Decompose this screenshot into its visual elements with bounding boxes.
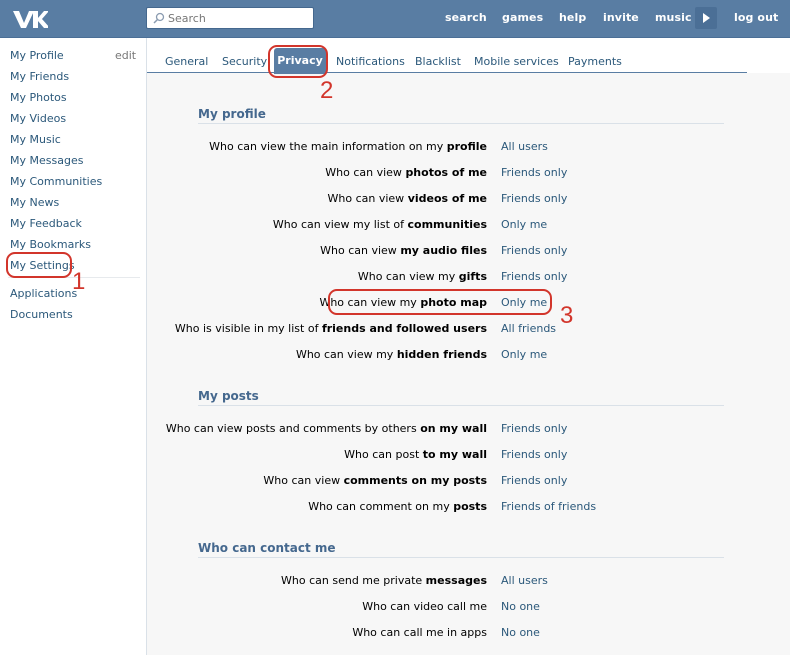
nav-invite-link[interactable]: invite — [603, 11, 639, 24]
privacy-row-label: Who can call me in apps — [352, 626, 487, 639]
privacy-value-wall-view[interactable]: Friends only — [501, 422, 567, 435]
edit-profile-link[interactable]: edit — [115, 49, 136, 62]
privacy-row-label: Who can view videos of me — [327, 192, 487, 205]
annotation-box-photo-map — [328, 289, 552, 315]
privacy-value-communities[interactable]: Only me — [501, 218, 547, 231]
sidebar-item-my-photos[interactable]: My Photos — [10, 91, 67, 104]
annotation-box-settings — [6, 252, 72, 278]
tab-general[interactable]: General — [165, 55, 208, 68]
privacy-row-label: Who can view photos of me — [325, 166, 487, 179]
section-title-my-profile: My profile — [198, 107, 266, 121]
privacy-value-videos[interactable]: Friends only — [501, 192, 567, 205]
privacy-value-photos[interactable]: Friends only — [501, 166, 567, 179]
nav-games-link[interactable]: games — [502, 11, 543, 24]
nav-help-link[interactable]: help — [559, 11, 586, 24]
privacy-value-video-call[interactable]: No one — [501, 600, 540, 613]
tab-security[interactable]: Security — [222, 55, 267, 68]
settings-panel: General Security Privacy Notifications B… — [146, 38, 790, 655]
top-header: search games help invite music log out — [0, 0, 790, 38]
privacy-value-friends-list[interactable]: All friends — [501, 322, 556, 335]
sidebar-item-my-friends[interactable]: My Friends — [10, 70, 69, 83]
sidebar-item-my-communities[interactable]: My Communities — [10, 175, 102, 188]
section-divider — [198, 557, 724, 558]
tabbar-gap — [747, 72, 790, 73]
tab-blacklist[interactable]: Blacklist — [415, 55, 461, 68]
privacy-row-label: Who can view my gifts — [357, 270, 487, 283]
sidebar-item-my-profile[interactable]: My Profile — [10, 49, 64, 62]
section-title-my-posts: My posts — [198, 389, 259, 403]
tab-payments[interactable]: Payments — [568, 55, 622, 68]
sidebar-item-my-feedback[interactable]: My Feedback — [10, 217, 82, 230]
tab-notifications[interactable]: Notifications — [336, 55, 405, 68]
annotation-number: 3 — [560, 302, 574, 329]
privacy-row-label: Who can comment on my posts — [308, 500, 487, 513]
privacy-value-app-call[interactable]: No one — [501, 626, 540, 639]
annotation-number: 1 — [72, 268, 86, 295]
vk-logo-icon[interactable] — [12, 8, 48, 30]
privacy-row-label: Who can send me private messages — [281, 574, 487, 587]
music-play-button[interactable] — [695, 7, 717, 29]
privacy-value-gifts[interactable]: Friends only — [501, 270, 567, 283]
privacy-value-audio[interactable]: Friends only — [501, 244, 567, 257]
privacy-row-label: Who can view my audio files — [320, 244, 487, 257]
section-divider — [198, 405, 724, 406]
nav-search-link[interactable]: search — [445, 11, 487, 24]
search-input[interactable] — [168, 10, 308, 26]
privacy-value-hidden-friends[interactable]: Only me — [501, 348, 547, 361]
play-icon — [703, 13, 710, 23]
left-sidebar: My Profile edit My Friends My Photos My … — [0, 38, 146, 655]
privacy-value-view-comments[interactable]: Friends only — [501, 474, 567, 487]
sidebar-item-my-videos[interactable]: My Videos — [10, 112, 66, 125]
privacy-row-label: Who can view posts and comments by other… — [165, 422, 487, 435]
logout-link[interactable]: log out — [734, 11, 778, 24]
privacy-value-profile[interactable]: All users — [501, 140, 548, 153]
sidebar-item-applications[interactable]: Applications — [10, 287, 77, 300]
privacy-value-comment-posts[interactable]: Friends of friends — [501, 500, 596, 513]
privacy-row-label: Who is visible in my list of friends and… — [174, 322, 487, 335]
privacy-value-wall-post[interactable]: Friends only — [501, 448, 567, 461]
sidebar-item-my-news[interactable]: My News — [10, 196, 59, 209]
privacy-row-label: Who can view my hidden friends — [295, 348, 487, 361]
section-title-contact-me: Who can contact me — [198, 541, 336, 555]
search-icon — [153, 12, 165, 24]
sidebar-item-my-bookmarks[interactable]: My Bookmarks — [10, 238, 91, 251]
tab-mobile-services[interactable]: Mobile services — [474, 55, 559, 68]
annotation-number: 2 — [320, 77, 334, 104]
sidebar-item-my-music[interactable]: My Music — [10, 133, 61, 146]
privacy-row-label: Who can post to my wall — [344, 448, 487, 461]
sidebar-item-my-messages[interactable]: My Messages — [10, 154, 83, 167]
privacy-row-label: Who can view the main information on my … — [209, 140, 487, 153]
sidebar-item-documents[interactable]: Documents — [10, 308, 73, 321]
nav-music-link[interactable]: music — [655, 11, 692, 24]
privacy-row-label: Who can video call me — [362, 600, 487, 613]
privacy-row-label: Who can view comments on my posts — [263, 474, 487, 487]
privacy-value-messages[interactable]: All users — [501, 574, 548, 587]
privacy-row-label: Who can view my list of communities — [272, 218, 487, 231]
search-box[interactable] — [146, 7, 314, 29]
annotation-box-privacy — [268, 45, 328, 78]
section-divider — [198, 123, 724, 124]
settings-tabs: General Security Privacy Notifications B… — [147, 38, 790, 74]
